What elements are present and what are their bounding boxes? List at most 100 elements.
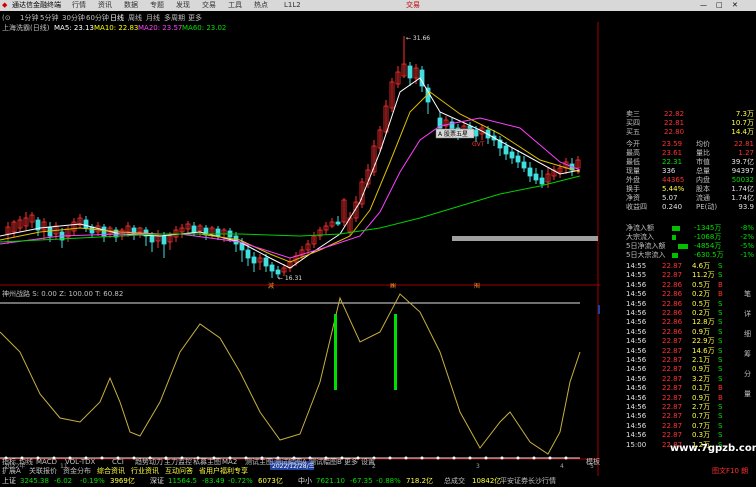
indicator-tab-5[interactable]: 趋势动力 [135, 458, 163, 467]
ind-dot [468, 456, 472, 460]
tick-price: 22.86 [662, 309, 683, 317]
ind-dot [548, 456, 552, 460]
index-value: 11564.5 [168, 477, 197, 485]
menu-item-5[interactable]: 交易 [202, 1, 216, 10]
indicator-tab-11[interactable]: 测试幅图B [309, 458, 342, 467]
side-tab-4[interactable]: 分 [744, 370, 751, 379]
stat-value: 93.9 [738, 203, 754, 211]
side-tab-3[interactable]: 筹 [744, 350, 751, 359]
menu-item-0[interactable]: 行情 [72, 1, 86, 10]
candle-body [251, 256, 257, 264]
tick-side: S [718, 318, 723, 327]
tick-time: 15:00 [626, 440, 647, 449]
candle-body [509, 151, 515, 159]
indicator-tab-12[interactable]: 更多 [344, 458, 358, 467]
event-marker-1[interactable]: ㈱ [390, 282, 396, 290]
trade-button[interactable]: 交易 [406, 0, 420, 11]
ratio-tab[interactable]: 模板 [586, 458, 600, 467]
index-amount: 718.2亿 [406, 477, 434, 485]
index-name[interactable]: 深证 [150, 476, 164, 487]
date-tick: 4 [560, 463, 564, 470]
tick-time: 14:56 [626, 309, 647, 317]
tick-side: S [718, 299, 723, 308]
index-amount: 3969亿 [110, 477, 135, 485]
ma-label-0: MA5: 23.13 [54, 24, 94, 32]
event-marker-2[interactable]: ㈲ [474, 282, 480, 290]
menu-item-3[interactable]: 专题 [150, 1, 164, 10]
event-marker-0[interactable]: 減 [268, 282, 274, 290]
side-tab-1[interactable]: 详 [744, 310, 751, 319]
info-tab-4[interactable]: 行业资讯 [131, 467, 159, 476]
indicator-tab-10[interactable]: 测试幅图A [274, 458, 307, 467]
menu-item-8[interactable]: L1L2 [284, 1, 301, 10]
indicator-tab-2[interactable]: MACD [36, 458, 57, 467]
stat-label: 净资 [626, 194, 640, 202]
tick-side: S [718, 337, 723, 346]
candle-body [89, 226, 95, 234]
menu-item-6[interactable]: 工具 [228, 1, 242, 10]
maximize-icon[interactable]: □ [716, 0, 723, 11]
indicator-tab-13[interactable]: 设置 [361, 458, 375, 467]
stat-label: 量比 [696, 149, 710, 157]
stat-label: 今开 [626, 140, 640, 148]
ask-price: 22.82 [664, 110, 685, 118]
ind-dot [100, 456, 104, 460]
tick-price: 22.87 [662, 262, 683, 270]
indicator-tab-0[interactable]: 指标 [2, 458, 16, 467]
low-label: ← 16.31 [278, 275, 302, 282]
info-tab-3[interactable]: 综合资讯 [97, 467, 125, 476]
tick-side: B [718, 280, 723, 289]
side-tab-5[interactable]: 量 [744, 390, 751, 399]
ma60-line [0, 175, 581, 243]
side-tab-0[interactable]: 笔 [744, 290, 751, 299]
tick-time: 14:56 [626, 412, 647, 421]
candle-body [533, 173, 539, 181]
side-tab-2[interactable]: 细 [744, 330, 751, 339]
indicator-tab-8[interactable]: MA2 [222, 458, 237, 467]
info-tab-2[interactable]: 资金分布 [63, 467, 91, 476]
tick-time: 14:56 [626, 421, 647, 430]
flow-bar [672, 235, 676, 240]
ask-price: 22.80 [664, 128, 685, 136]
stat-label: 外盘 [626, 176, 640, 184]
tick-volume: 2.1万 [692, 356, 711, 364]
index-name[interactable]: 上证 [2, 476, 16, 487]
menu-item-4[interactable]: 发现 [176, 1, 190, 10]
tick-volume: 0.7万 [692, 412, 711, 421]
menu-item-2[interactable]: 数据 [124, 1, 138, 10]
stat-label: 收益四 [626, 203, 647, 211]
stat-label: 内盘 [696, 176, 710, 184]
menu-item-1[interactable]: 资讯 [98, 1, 112, 10]
index-change: -6.02 [54, 477, 73, 485]
tick-time: 14:55 [626, 262, 647, 270]
tooltip-star[interactable]: A 股票五星 [435, 128, 475, 139]
stat-label: 市值 [696, 158, 710, 166]
indicator-tab-1[interactable]: 均线 [19, 458, 33, 467]
menu-item-7[interactable]: 热点 [254, 1, 268, 10]
tick-time: 14:56 [626, 318, 647, 327]
close-icon[interactable]: ✕ [732, 0, 738, 11]
tick-volume: 0.9万 [692, 393, 711, 402]
indicator-tab-7[interactable]: 私募主图 [193, 458, 221, 467]
f10-link[interactable]: 图文F10 朗 [712, 467, 748, 476]
indicator-tab-9[interactable]: 测试主图 [245, 458, 273, 467]
tick-time: 14:56 [626, 290, 647, 299]
flow-label: 5日大宗流入 [626, 251, 666, 259]
flow-pct: -8% [740, 224, 754, 232]
flow-label: 5日净流入额 [626, 242, 666, 250]
stat-value: 23.61 [662, 149, 683, 157]
index-name[interactable]: 中小 [298, 476, 312, 487]
indicator-tab-4[interactable]: CCI [112, 458, 124, 467]
indicator-tab-3[interactable]: VOL-TDX [65, 458, 95, 467]
info-tab-5[interactable]: 互动问答 [165, 467, 193, 476]
tick-price: 22.86 [662, 327, 683, 336]
stat-value: 0.240 [662, 203, 683, 211]
kline-chart[interactable]: 26.0025.0024.0023.0022.0021.0020.0019.00… [0, 22, 600, 487]
minimize-icon[interactable]: — [700, 0, 707, 11]
info-tab-6[interactable]: 省用户福利专享 [199, 467, 248, 476]
indicator-tab-6[interactable]: 主力监控 [164, 458, 192, 467]
info-tab-0[interactable]: 扩展A [2, 467, 21, 476]
info-tab-1[interactable]: 关联报价 [29, 467, 57, 476]
ma-label-3: MA60: 23.02 [182, 24, 227, 32]
ma-label-1: MA10: 22.83 [94, 24, 139, 32]
